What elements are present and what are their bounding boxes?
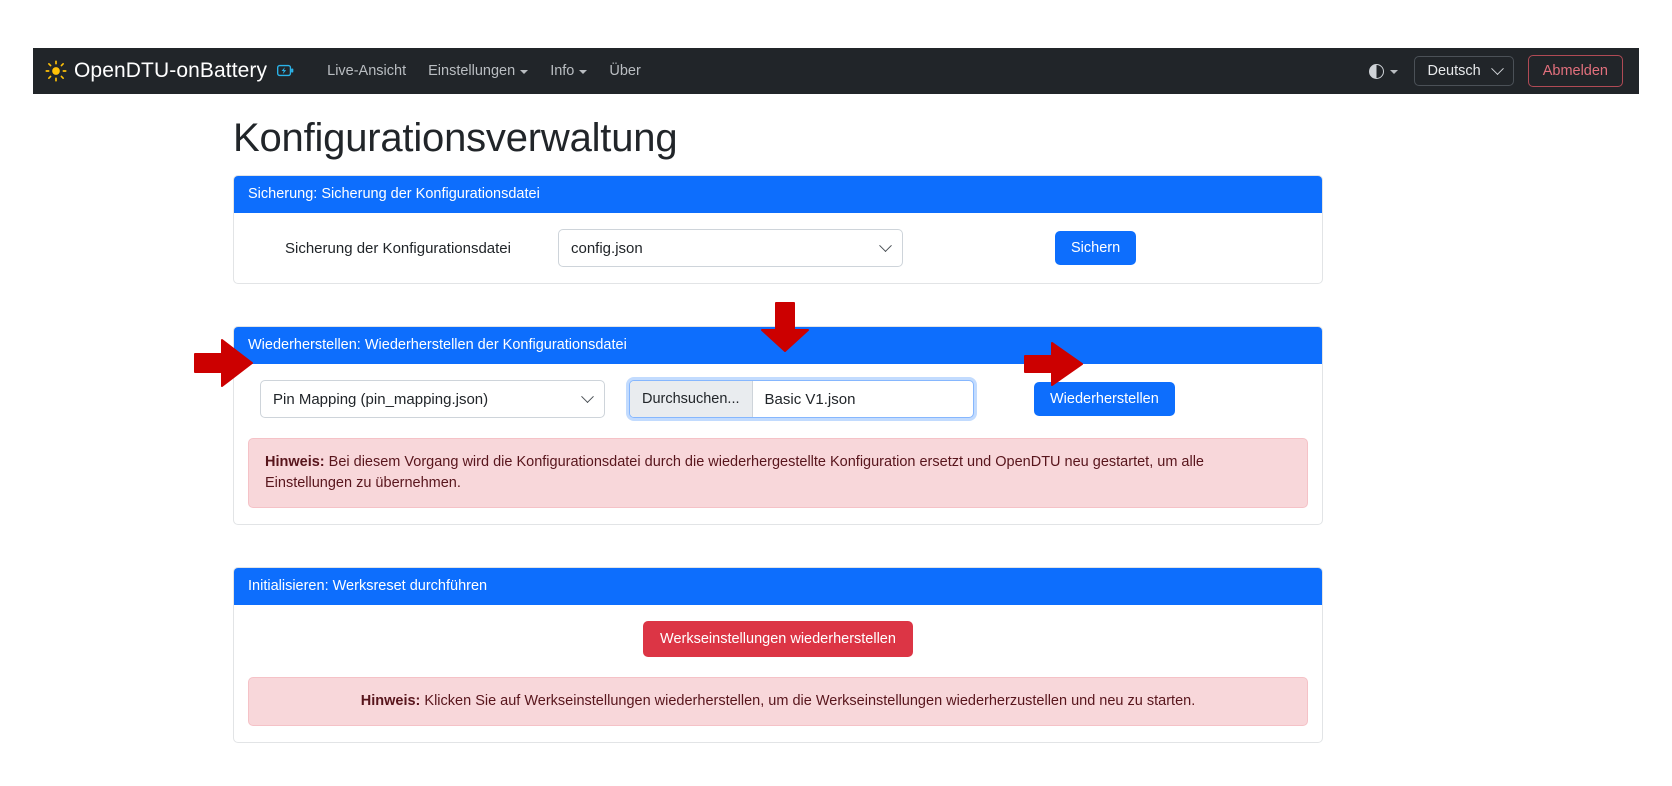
- restore-notice: Hinweis: Bei diesem Vorgang wird die Kon…: [248, 438, 1308, 509]
- restore-form-row: Pin Mapping (pin_mapping.json) Durchsuch…: [248, 380, 1308, 418]
- chevron-down-icon: [579, 70, 588, 74]
- factory-reset-notice-strong: Hinweis:: [360, 693, 421, 710]
- restore-card-body: Pin Mapping (pin_mapping.json) Durchsuch…: [234, 364, 1322, 524]
- page-title: Konfigurationsverwaltung: [233, 116, 678, 160]
- backup-submit-button[interactable]: Sichern: [1055, 231, 1137, 265]
- restore-type-select[interactable]: Pin Mapping (pin_mapping.json): [260, 380, 605, 418]
- chevron-down-icon: [879, 238, 892, 252]
- logout-button[interactable]: Abmelden: [1527, 55, 1623, 87]
- restore-card-header: Wiederherstellen: Wiederherstellen der K…: [234, 327, 1322, 364]
- viewport-top-gutter: [0, 0, 1672, 48]
- restore-browse-button[interactable]: Durchsuchen...: [630, 381, 753, 417]
- nav-item-label: Einstellungen: [428, 63, 516, 79]
- nav-item-label: Live-Ansicht: [327, 63, 407, 79]
- page-content: Konfigurationsverwaltung Sicherung: Sich…: [33, 116, 1639, 744]
- factory-reset-card: Initialisieren: Werksreset durchführen W…: [233, 567, 1323, 744]
- restore-card: Wiederherstellen: Wiederherstellen der K…: [233, 326, 1323, 526]
- brand-label: OpenDTU-onBattery: [74, 59, 268, 82]
- chevron-down-icon: [1490, 61, 1504, 75]
- factory-reset-card-body: Werkseinstellungen wiederherstellen Hinw…: [234, 605, 1322, 742]
- nav-item-ueber[interactable]: Über: [598, 57, 651, 85]
- nav-item-einstellungen[interactable]: Einstellungen: [417, 57, 539, 85]
- brand-link[interactable]: OpenDTU-onBattery: [45, 59, 294, 83]
- factory-reset-button[interactable]: Werkseinstellungen wiederherstellen: [643, 621, 913, 658]
- backup-field-label: Sicherung der Konfigurationsdatei: [285, 239, 511, 257]
- chevron-down-icon: [1389, 70, 1398, 74]
- restore-notice-text: Bei diesem Vorgang wird die Konfiguratio…: [265, 454, 1204, 492]
- language-select[interactable]: Deutsch: [1413, 56, 1514, 86]
- navbar-links: Live-Ansicht Einstellungen Info Über: [316, 57, 652, 85]
- nav-item-label: Über: [609, 63, 641, 79]
- browser-page: OpenDTU-onBattery Live-Ansicht Einstellu…: [33, 48, 1639, 748]
- theme-toggle-button[interactable]: [1367, 60, 1400, 83]
- viewport-left-gutter: [0, 0, 33, 786]
- nav-item-live-ansicht[interactable]: Live-Ansicht: [316, 57, 417, 85]
- backup-card: Sicherung: Sicherung der Konfigurationsd…: [233, 175, 1323, 284]
- backup-card-body: Sicherung der Konfigurationsdatei config…: [234, 213, 1322, 283]
- backup-form-row: Sicherung der Konfigurationsdatei config…: [248, 229, 1308, 267]
- navbar-right-group: Deutsch Abmelden: [1367, 55, 1623, 87]
- factory-reset-notice: Hinweis: Klicken Sie auf Werkseinstellun…: [248, 677, 1308, 727]
- restore-file-input[interactable]: Durchsuchen... Basic V1.json: [629, 380, 974, 418]
- battery-bolt-icon: [277, 64, 294, 79]
- restore-notice-strong: Hinweis:: [265, 454, 325, 470]
- cards-container: Sicherung: Sicherung der Konfigurationsd…: [233, 175, 1323, 744]
- chevron-down-icon: [581, 389, 594, 403]
- factory-reset-card-header: Initialisieren: Werksreset durchführen: [234, 568, 1322, 606]
- language-value: Deutsch: [1427, 63, 1481, 79]
- nav-item-label: Info: [550, 63, 575, 79]
- chevron-down-icon: [520, 70, 529, 74]
- factory-reset-button-row: Werkseinstellungen wiederherstellen: [248, 621, 1308, 658]
- nav-item-info[interactable]: Info: [539, 57, 598, 85]
- restore-type-select-value: Pin Mapping (pin_mapping.json): [273, 390, 489, 408]
- restore-submit-button[interactable]: Wiederherstellen: [1034, 382, 1175, 416]
- backup-card-header: Sicherung: Sicherung der Konfigurationsd…: [234, 176, 1322, 213]
- backup-file-select-value: config.json: [571, 239, 643, 257]
- main-navbar: OpenDTU-onBattery Live-Ansicht Einstellu…: [33, 48, 1639, 94]
- restore-file-name: Basic V1.json: [764, 390, 856, 408]
- half-circle-contrast-icon: [1368, 63, 1384, 79]
- viewport-right-gutter: [1639, 0, 1672, 786]
- factory-reset-notice-text: Klicken Sie auf Werkseinstellungen wiede…: [420, 693, 1196, 710]
- backup-file-select[interactable]: config.json: [558, 229, 903, 267]
- sun-icon: [45, 60, 67, 82]
